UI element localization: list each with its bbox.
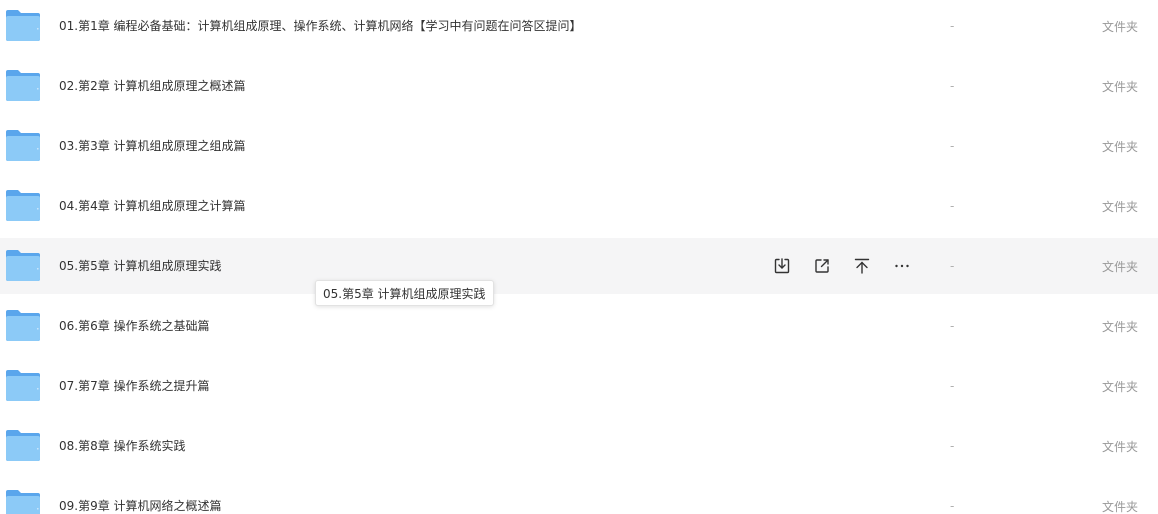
folder-icon — [6, 130, 40, 161]
file-name[interactable]: 08.第8章 操作系统实践 — [59, 438, 186, 454]
file-size: - — [950, 199, 955, 213]
file-row[interactable]: 01.第1章 编程必备基础：计算机组成原理、操作系统、计算机网络【学习中有问题在… — [0, 0, 1158, 54]
file-type: 文件夹 — [1102, 259, 1139, 274]
move-to-top-button[interactable] — [852, 256, 872, 276]
folder-icon — [6, 70, 40, 101]
row-actions — [772, 256, 932, 276]
file-size: - — [950, 79, 955, 93]
file-row[interactable]: 04.第4章 计算机组成原理之计算篇 - 文件夹 — [0, 178, 1158, 234]
file-list: 01.第1章 编程必备基础：计算机组成原理、操作系统、计算机网络【学习中有问题在… — [0, 0, 1158, 514]
file-row[interactable]: 02.第2章 计算机组成原理之概述篇 - 文件夹 — [0, 58, 1158, 114]
file-size: - — [950, 139, 955, 153]
file-name-tooltip: 05.第5章 计算机组成原理实践 — [315, 280, 494, 306]
file-name[interactable]: 07.第7章 操作系统之提升篇 — [59, 378, 210, 394]
file-type: 文件夹 — [1102, 319, 1139, 334]
folder-icon — [6, 10, 40, 41]
file-type: 文件夹 — [1102, 199, 1139, 214]
folder-icon — [6, 370, 40, 401]
folder-icon — [6, 190, 40, 221]
file-type: 文件夹 — [1102, 139, 1139, 154]
folder-icon — [6, 430, 40, 461]
file-row[interactable]: 07.第7章 操作系统之提升篇 - 文件夹 — [0, 358, 1158, 414]
file-row[interactable]: 03.第3章 计算机组成原理之组成篇 - 文件夹 — [0, 118, 1158, 174]
file-name[interactable]: 09.第9章 计算机网络之概述篇 — [59, 498, 222, 514]
more-icon — [895, 264, 909, 268]
file-name[interactable]: 02.第2章 计算机组成原理之概述篇 — [59, 78, 246, 94]
file-name[interactable]: 06.第6章 操作系统之基础篇 — [59, 318, 210, 334]
file-size: - — [950, 259, 955, 273]
file-name[interactable]: 05.第5章 计算机组成原理实践 — [59, 258, 222, 274]
move-to-top-icon — [854, 258, 870, 274]
file-type: 文件夹 — [1102, 79, 1139, 94]
file-type: 文件夹 — [1102, 439, 1139, 454]
file-size: - — [950, 319, 955, 333]
share-icon — [815, 259, 829, 273]
file-type: 文件夹 — [1102, 379, 1139, 394]
file-type: 文件夹 — [1102, 499, 1139, 514]
download-icon — [774, 258, 790, 274]
file-size: - — [950, 499, 955, 513]
file-name[interactable]: 04.第4章 计算机组成原理之计算篇 — [59, 198, 246, 214]
file-row[interactable]: 08.第8章 操作系统实践 - 文件夹 — [0, 418, 1158, 474]
file-size: - — [950, 19, 955, 33]
folder-icon — [6, 490, 40, 514]
download-button[interactable] — [772, 256, 792, 276]
file-size: - — [950, 379, 955, 393]
share-button[interactable] — [812, 256, 832, 276]
file-size: - — [950, 439, 955, 453]
file-name[interactable]: 01.第1章 编程必备基础：计算机组成原理、操作系统、计算机网络【学习中有问题在… — [59, 18, 582, 34]
folder-icon — [6, 250, 40, 281]
more-button[interactable] — [892, 256, 912, 276]
file-name[interactable]: 03.第3章 计算机组成原理之组成篇 — [59, 138, 246, 154]
folder-icon — [6, 310, 40, 341]
file-row[interactable]: 09.第9章 计算机网络之概述篇 - 文件夹 — [0, 478, 1158, 514]
file-type: 文件夹 — [1102, 19, 1139, 34]
file-row-hovered[interactable]: 05.第5章 计算机组成原理实践 - 文件夹 — [0, 238, 1158, 294]
file-row[interactable]: 06.第6章 操作系统之基础篇 - 文件夹 — [0, 298, 1158, 354]
